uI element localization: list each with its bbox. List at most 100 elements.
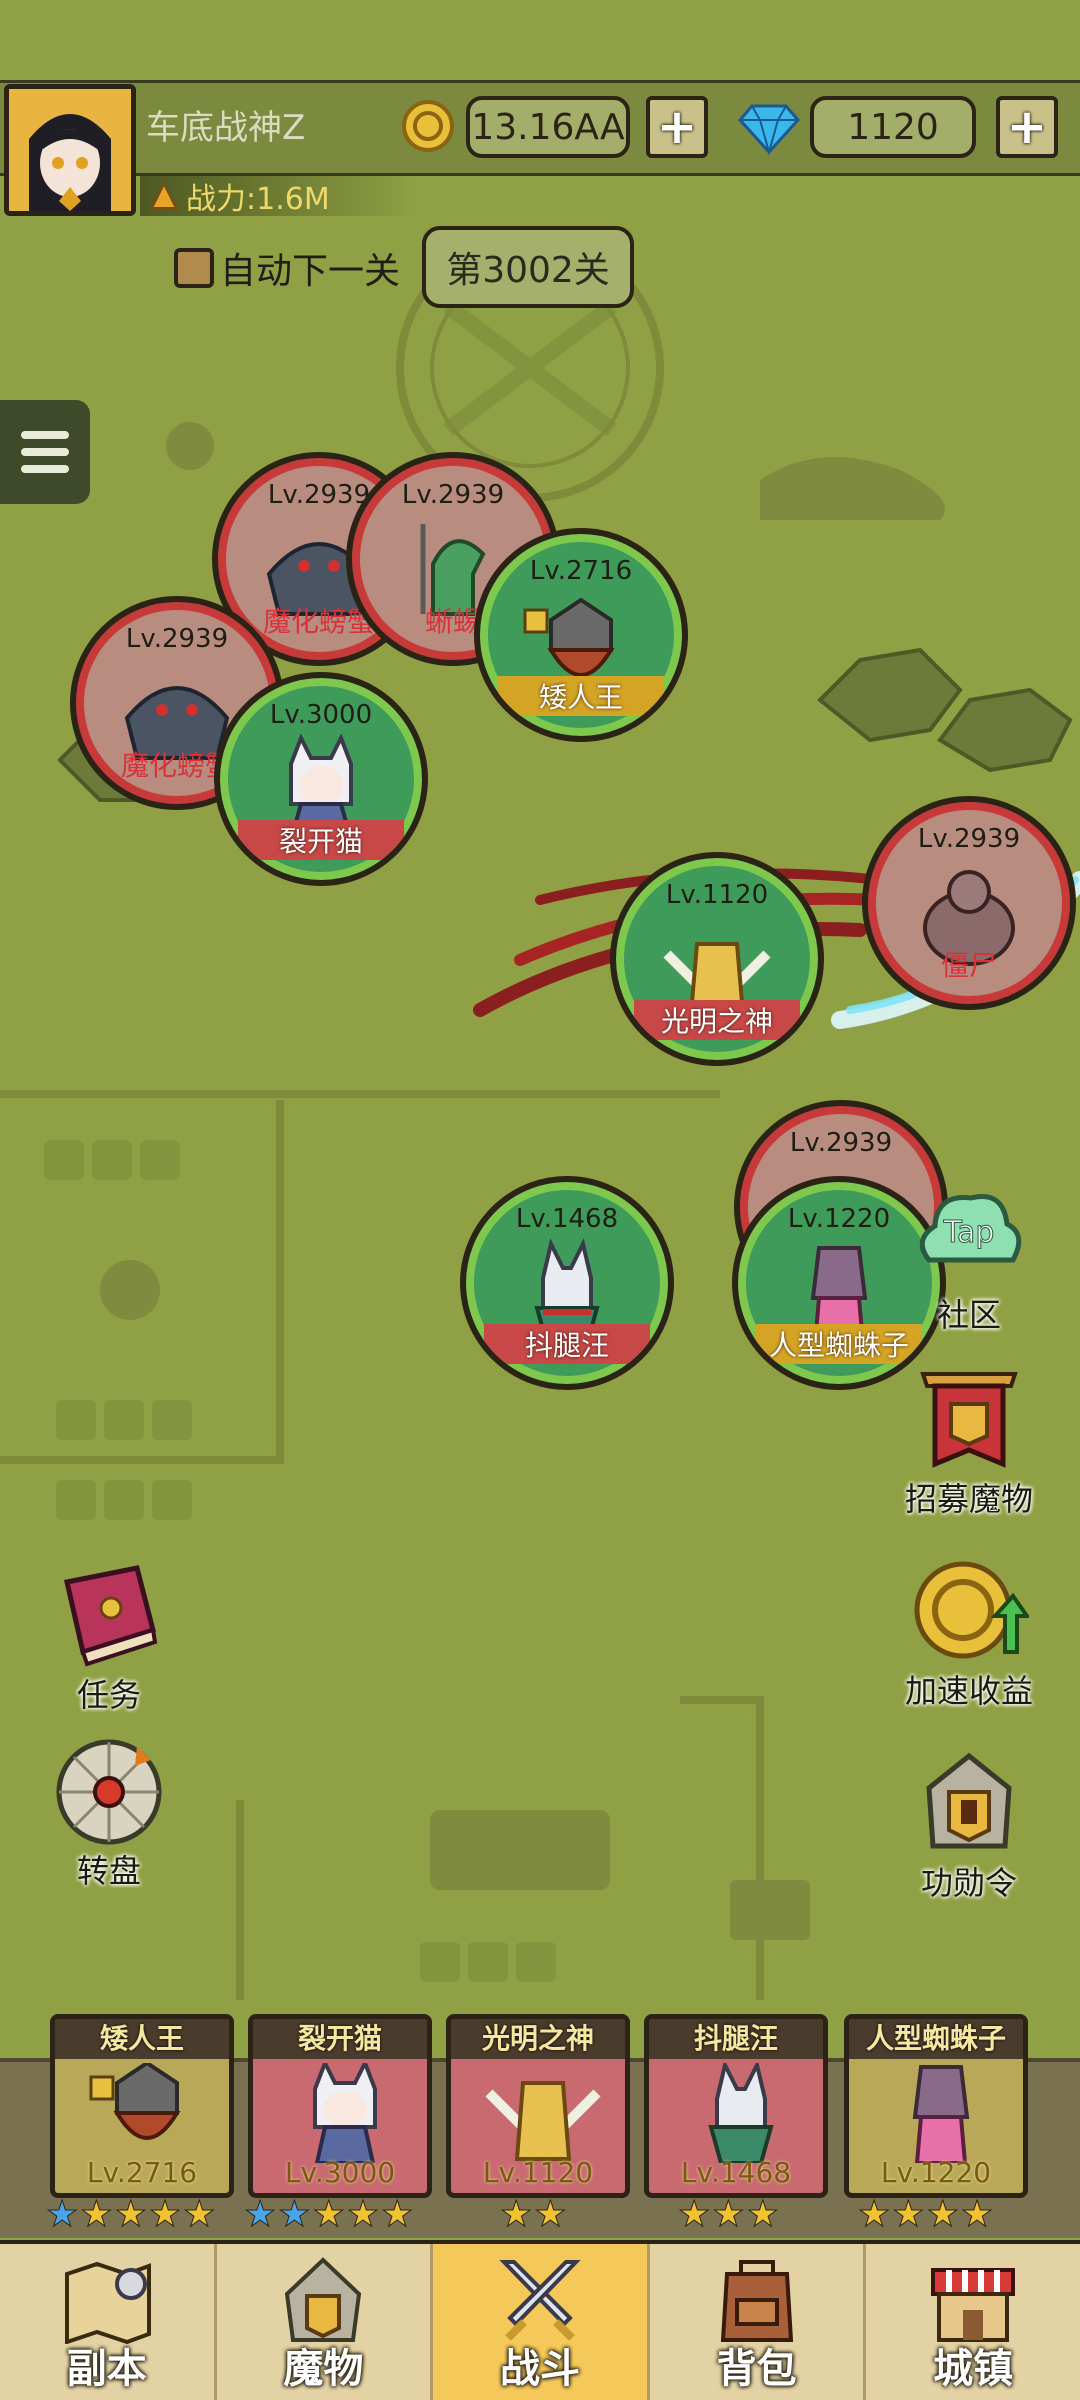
gold-star-icon: ★ (746, 2194, 779, 2235)
ally-unit-cat[interactable]: Lv.3000 裂开猫 (214, 672, 428, 886)
gold-star-icon: ★ (148, 2194, 182, 2235)
lucky-wheel-label: 转盘 (76, 1852, 141, 1890)
community-button[interactable]: Tap 社区 (884, 1180, 1054, 1336)
monster-helmet-icon (285, 2257, 362, 2342)
crossed-swords-icon (499, 2260, 581, 2341)
gold-star-icon: ★ (183, 2194, 216, 2235)
banner-helmet-icon (920, 1372, 1018, 1468)
gold-star-icon: ★ (381, 2194, 414, 2235)
auto-next-label: 自动下一关 (220, 251, 401, 292)
player-name: 车底战神Z (146, 108, 306, 148)
shop-icon (931, 2268, 1016, 2342)
nav-battle[interactable]: 战斗 (433, 2244, 650, 2400)
unit-level: Lv.2939 (917, 824, 1021, 854)
gold-star-icon: ★ (926, 2194, 959, 2235)
gold-star-icon: ★ (534, 2194, 567, 2235)
card-level: Lv.3000 (284, 2156, 396, 2189)
nav-monsters-label: 魔物 (283, 2346, 364, 2392)
star-rating: ★ ★ ★ ★ ★ (243, 2194, 414, 2235)
card-name: 裂开猫 (253, 2019, 427, 2059)
unit-level: Lv.1468 (515, 1204, 619, 1234)
merit-order-button[interactable]: 功勋令 (884, 1748, 1054, 1904)
card-name: 抖腿汪 (649, 2019, 823, 2059)
gold-star-icon: ★ (677, 2194, 711, 2235)
team-card-shaking-dog[interactable]: 抖腿汪 Lv.1468 (644, 2014, 828, 2198)
god-of-light-portrait-icon (485, 2081, 601, 2161)
card-level: Lv.2716 (86, 2156, 198, 2189)
nav-town[interactable]: 城镇 (866, 2244, 1080, 2400)
star-rating: ★ ★ ★ (677, 2194, 779, 2235)
blue-star-icon: ★ (243, 2194, 277, 2235)
stage-indicator: 第3002关 (422, 226, 634, 308)
avatar-portrait-icon (9, 89, 131, 211)
team-card-god-of-light[interactable]: 光明之神 Lv.1120 (446, 2014, 630, 2198)
gold-star-icon: ★ (114, 2194, 147, 2235)
auto-next-checkbox[interactable] (174, 248, 214, 288)
tap-cloud-icon: Tap (919, 1194, 1022, 1263)
quest-button[interactable]: 任务 (24, 1560, 194, 1716)
add-gem-button[interactable]: + (996, 96, 1058, 158)
gold-star-icon: ★ (499, 2194, 533, 2235)
nav-backpack[interactable]: 背包 (650, 2244, 867, 2400)
player-avatar[interactable] (4, 84, 136, 216)
quest-label: 任务 (76, 1676, 141, 1714)
team-card-dwarf-king[interactable]: 矮人王 Lv.2716 (50, 2014, 234, 2198)
team-card-spider-girl[interactable]: 人型蜘蛛子 Lv.1220 (844, 2014, 1028, 2198)
ally-unit-dwarf-king[interactable]: Lv.2716 矮人王 (474, 528, 688, 742)
unit-name: 僵尸 (940, 949, 997, 982)
add-gold-button[interactable]: + (646, 96, 708, 158)
unit-level: Lv.2939 (125, 624, 229, 654)
nav-dungeon[interactable]: 副本 (0, 2244, 217, 2400)
unit-level: Lv.2716 (529, 556, 633, 586)
blue-star-icon: ★ (45, 2194, 79, 2235)
gold-star-icon: ★ (80, 2194, 113, 2235)
wheel-icon (56, 1739, 162, 1845)
card-level: Lv.1120 (482, 2156, 594, 2189)
gold-star-icon: ★ (892, 2194, 925, 2235)
card-level: Lv.1468 (680, 2156, 792, 2189)
unit-name: 矮人王 (498, 676, 664, 716)
gold-amount: 13.16AA (466, 96, 630, 158)
map-icon (64, 2261, 151, 2344)
speed-up-earnings-label: 加速收益 (904, 1672, 1033, 1710)
unit-level: Lv.2939 (401, 480, 505, 510)
nav-backpack-label: 背包 (716, 2346, 797, 2392)
coin-arrow-icon (914, 1561, 1031, 1659)
auto-next-toggle[interactable]: 自动下一关 (174, 242, 400, 294)
unit-name: 裂开猫 (238, 820, 404, 860)
merit-order-label: 功勋令 (920, 1864, 1017, 1902)
nav-monsters[interactable]: 魔物 (217, 2244, 434, 2400)
book-icon (63, 1565, 158, 1667)
card-name: 光明之神 (451, 2019, 625, 2059)
nav-battle-label: 战斗 (499, 2346, 580, 2392)
hamburger-menu-button[interactable] (0, 400, 90, 504)
unit-level: Lv.1120 (665, 880, 769, 910)
cat-girl-portrait-icon (313, 2063, 377, 2163)
team-card-cat[interactable]: 裂开猫 Lv.3000 (248, 2014, 432, 2198)
gold-star-icon: ★ (312, 2194, 345, 2235)
gold-star-icon: ★ (346, 2194, 380, 2235)
card-level: Lv.1220 (880, 2156, 992, 2189)
speed-up-earnings-button[interactable]: 加速收益 (884, 1556, 1054, 1712)
spider-girl-portrait-icon (912, 2065, 970, 2163)
svg-text:Tap: Tap (943, 1215, 995, 1250)
combat-power: 战力:1.6M (140, 176, 420, 217)
gold-coin-icon (402, 100, 454, 152)
recruit-monster-label: 招募魔物 (904, 1480, 1033, 1518)
ally-unit-shaking-dog[interactable]: Lv.1468 抖腿汪 (460, 1176, 674, 1390)
star-rating: ★ ★ ★ ★ (857, 2194, 993, 2235)
recruit-monster-button[interactable]: 招募魔物 (884, 1364, 1054, 1520)
gold-amount-value: 13.16AA (471, 106, 625, 148)
nav-dungeon-label: 副本 (66, 2346, 147, 2392)
card-name: 人型蜘蛛子 (849, 2019, 1023, 2059)
unit-level: Lv.2939 (789, 1128, 893, 1158)
helmet-icon (926, 1752, 1012, 1849)
enemy-unit[interactable]: Lv.2939 僵尸 (862, 796, 1076, 1010)
lucky-wheel-button[interactable]: 转盘 (24, 1736, 194, 1892)
star-rating: ★ ★ (499, 2194, 567, 2235)
ally-unit-god-of-light[interactable]: Lv.1120 光明之神 (610, 852, 824, 1066)
gem-amount: 1120 (810, 96, 976, 158)
gold-star-icon: ★ (712, 2194, 745, 2235)
community-label: 社区 (936, 1296, 1001, 1334)
wolf-portrait-icon (708, 2063, 774, 2163)
